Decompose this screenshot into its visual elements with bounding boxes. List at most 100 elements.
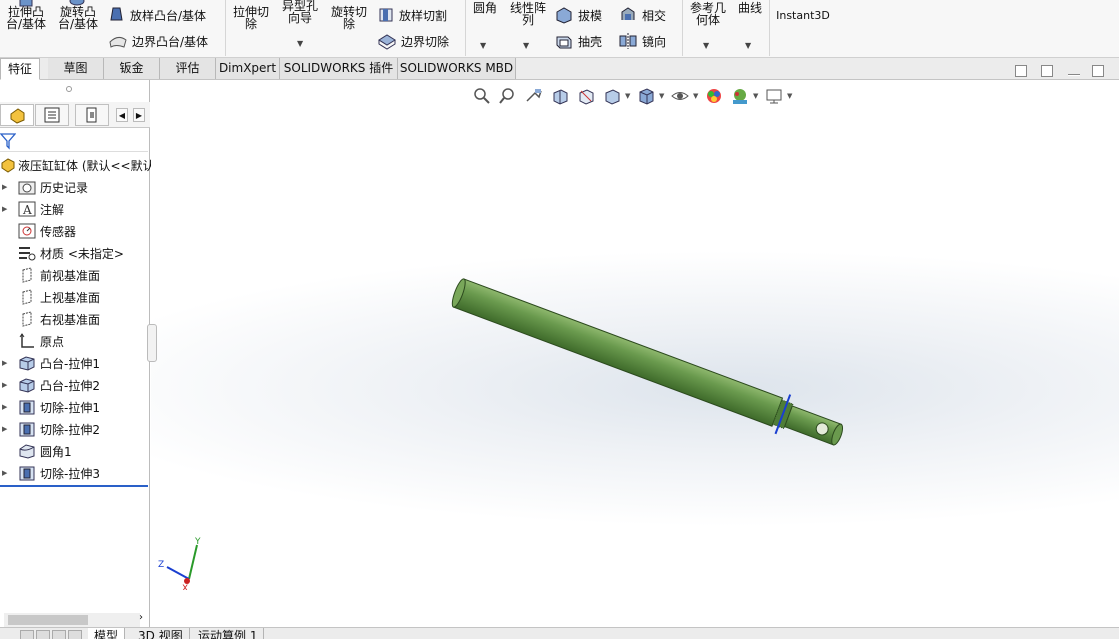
tree-item-label: 凸台-拉伸2 [40,378,100,393]
expand-arrow-icon[interactable]: ▶ [2,381,10,389]
tree-root-label: 液压缸缸体 (默认<<默认 [18,158,155,173]
tree-item-cut-extrude3[interactable]: ▶ 切除-拉伸3 [0,462,100,484]
tree-item-label: 材质 <未指定> [40,246,124,261]
tree-filter-bar[interactable] [0,130,148,152]
tree-item-origin[interactable]: 原点 [0,330,64,352]
instant3d-button[interactable]: Instant3D [772,10,834,22]
first-tab-button[interactable] [20,630,34,639]
tile-right-icon[interactable] [1041,65,1053,77]
tab-solidworks-mbd[interactable]: SOLIDWORKS MBD [398,58,516,79]
extrude-boss-label: 拉伸凸 台/基体 [5,5,47,31]
curves-button[interactable]: 曲线 ▼ [734,2,766,50]
tree-item-history[interactable]: ▶ 历史记录 [0,176,88,198]
part-model[interactable] [151,80,1119,631]
expand-arrow-icon[interactable]: ▶ [2,359,10,367]
boundary-cut-button[interactable]: 边界切除 [377,31,449,51]
loft-boss-label: 放样凸台/基体 [130,8,207,23]
tab-features[interactable]: 特征 [0,58,40,80]
minimize-icon[interactable] [1068,74,1080,76]
cut-extrude-icon [19,466,35,481]
previous-tab-button[interactable] [36,630,50,639]
tree-item-cut-extrude1[interactable]: ▶ 切除-拉伸1 [0,396,100,418]
scroll-right-arrow[interactable]: › [139,612,143,623]
extrude-cut-button[interactable]: 拉伸切 除 [229,6,273,30]
intersect-button[interactable]: 相交 [618,5,666,25]
expand-arrow-icon[interactable]: ▶ [2,205,10,213]
boundary-boss-button[interactable]: 边界凸台/基体 [108,31,208,51]
fillet-button[interactable]: 圆角 ▼ [468,2,502,50]
linear-pattern-button[interactable]: 线性阵 列 ▼ [506,2,550,50]
tree-item-top-plane[interactable]: 上视基准面 [0,286,100,308]
loft-cut-label: 放样切割 [399,8,448,23]
tree-item-right-plane[interactable]: 右视基准面 [0,308,100,330]
scrollbar-thumb[interactable] [8,615,88,625]
hole-wizard-label: 异型孔 向导 [281,0,318,25]
rollback-bar[interactable] [0,485,148,487]
tab-motion-study-1[interactable]: 运动算例 1 [192,628,265,639]
revolve-boss-button[interactable]: 旋转凸 台/基体 [55,0,101,30]
last-tab-button[interactable] [68,630,82,639]
revolve-boss-icon [69,0,85,6]
tab-sheet-metal[interactable]: 钣金 [104,58,160,79]
reference-geometry-button[interactable]: 参考几 何体 ▼ [686,2,730,50]
panel-grip-icon[interactable] [66,86,72,92]
next-tab-button[interactable] [52,630,66,639]
mirror-label: 镜向 [642,34,667,49]
tree-item-label: 圆角1 [40,444,72,459]
tab-3d-views[interactable]: 3D 视图 [132,628,190,639]
tree-item-material[interactable]: 材质 <未指定> [0,242,124,264]
shell-button[interactable]: 抽壳 [554,31,602,51]
tile-left-icon[interactable] [1015,65,1027,77]
feature-manager-tab[interactable] [0,104,34,126]
tree-horizontal-scrollbar[interactable] [4,613,140,627]
tree-item-label: 历史记录 [40,180,89,195]
expand-arrow-icon[interactable]: ▶ [2,403,10,411]
extrude-cut-label: 拉伸切 除 [232,5,269,31]
property-list-icon [44,107,60,123]
draft-button[interactable]: 拔模 [554,5,602,25]
tree-item-label: 上视基准面 [40,290,101,305]
annotations-icon: A [18,201,36,217]
tree-item-sensors[interactable]: 传感器 [0,220,76,242]
extrude-boss-button[interactable]: 拉伸凸 台/基体 [4,0,48,31]
tab-sketch[interactable]: 草图 [48,58,104,79]
triad-y-label: Y [194,537,201,547]
chevron-down-icon: ▼ [480,41,487,50]
panel-tabs: ◀ ▶ [0,102,150,128]
expand-arrow-icon[interactable]: ▶ [2,469,10,477]
scroll-left-arrow[interactable]: ◀ [116,108,128,122]
loft-boss-icon [110,7,123,21]
revolve-cut-button[interactable]: 旋转切 除 [327,6,371,30]
hydraulic-cylinder-rod[interactable] [448,272,849,456]
plane-icon [22,311,32,327]
tab-dimxpert[interactable]: DimXpert [216,58,280,79]
tree-item-front-plane[interactable]: 前视基准面 [0,264,100,286]
tab-model[interactable]: 模型 [88,628,126,639]
expand-arrow-icon[interactable]: ▶ [2,183,10,191]
tree-item-label: 切除-拉伸3 [40,466,100,481]
property-manager-tab[interactable] [35,104,69,126]
graphics-area[interactable]: ▼ ▼ ▼ ▼ ▼ Y Z X [151,80,1119,631]
tab-evaluate[interactable]: 评估 [160,58,216,79]
tree-item-cut-extrude2[interactable]: ▶ 切除-拉伸2 [0,418,100,440]
triad-z-label: Z [158,560,164,570]
expand-arrow-icon[interactable]: ▶ [2,425,10,433]
restore-icon[interactable] [1092,65,1104,77]
loft-cut-button[interactable]: 放样切割 [377,5,447,25]
intersect-icon [621,7,635,20]
scroll-right-arrow[interactable]: ▶ [133,108,145,122]
tree-item-annotations[interactable]: ▶ A 注解 [0,198,64,220]
mirror-button[interactable]: 镜向 [618,31,666,51]
tree-root-part[interactable]: 液压缸缸体 (默认<<默认 [0,154,155,176]
hole-wizard-button[interactable]: 异型孔 向导 ▼ [278,0,322,48]
instant3d-label: Instant3D [776,9,830,22]
tree-item-fillet1[interactable]: 圆角1 [0,440,72,462]
tab-solidworks-addins[interactable]: SOLIDWORKS 插件 [280,58,398,79]
configuration-manager-tab[interactable] [75,104,109,126]
tree-item-label: 右视基准面 [40,312,101,327]
loft-boss-button[interactable]: 放样凸台/基体 [108,5,206,25]
tree-item-boss-extrude1[interactable]: ▶ 凸台-拉伸1 [0,352,100,374]
tree-item-boss-extrude2[interactable]: ▶ 凸台-拉伸2 [0,374,100,396]
panel-collapse-handle[interactable] [147,324,157,362]
revolve-cut-label: 旋转切 除 [330,5,367,31]
